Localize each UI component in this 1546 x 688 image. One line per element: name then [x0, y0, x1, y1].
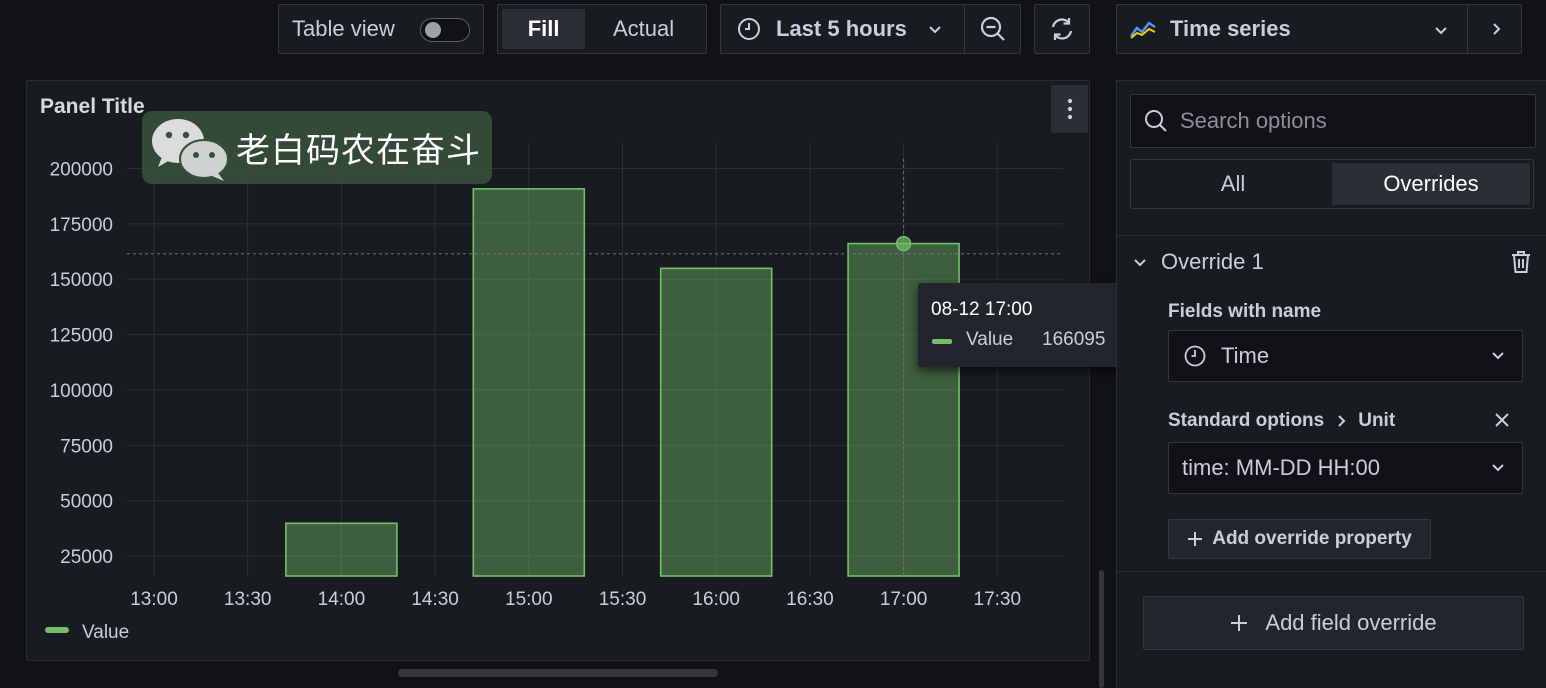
refresh-icon — [1051, 18, 1073, 40]
plus-icon — [1188, 532, 1203, 546]
chart-tooltip: 08-12 17:00 Value 166095 — [918, 283, 1125, 367]
y-tick-label: 175000 — [50, 215, 113, 236]
matcher-label: Fields with name — [1168, 301, 1322, 322]
add-override-property-button[interactable]: Add override property — [1168, 519, 1431, 559]
add-override-property-label: Add override property — [1212, 528, 1412, 549]
chevron-down-icon — [1492, 464, 1504, 472]
visualization-picker[interactable]: Time series — [1116, 4, 1522, 54]
horizontal-scrollbar[interactable] — [398, 669, 718, 677]
trash-icon[interactable] — [1509, 249, 1533, 275]
chevron-down-icon — [929, 26, 941, 34]
time-series-icon — [1130, 21, 1156, 39]
watermark-text: 老白码农在奋斗 — [236, 132, 481, 170]
x-tick-label: 14:00 — [318, 589, 366, 610]
chevron-right-icon — [1492, 23, 1500, 35]
chevron-right-icon — [1338, 415, 1346, 427]
chevron-down-icon — [1134, 259, 1146, 267]
search-options-box[interactable] — [1130, 94, 1536, 148]
bar — [659, 267, 773, 577]
hover-point — [895, 235, 912, 252]
table-view-label: Table view — [292, 16, 395, 41]
x-tick-label: 16:00 — [692, 589, 740, 610]
tooltip-value: 166095 — [1042, 329, 1106, 350]
override-title: Override 1 — [1161, 249, 1264, 274]
divider — [1117, 571, 1546, 572]
bar — [472, 188, 586, 577]
divider — [1117, 235, 1546, 236]
legend-swatch — [45, 627, 69, 633]
add-field-override-button[interactable]: Add field override — [1143, 596, 1524, 650]
fill-actual-toggle: Fill Actual — [497, 4, 707, 54]
search-icon — [1145, 110, 1167, 132]
options-pane-toggle-button[interactable] — [1467, 5, 1523, 53]
field-name-select[interactable]: Time — [1168, 330, 1523, 382]
search-options-input[interactable] — [1178, 107, 1522, 135]
y-tick-label: 100000 — [50, 381, 113, 402]
time-range-label: Last 5 hours — [776, 16, 907, 41]
refresh-button[interactable] — [1034, 4, 1090, 54]
x-tick-label: 13:00 — [130, 589, 178, 610]
unit-value: time: MM-DD HH:00 — [1182, 455, 1381, 480]
zoom-out-icon — [980, 16, 1005, 41]
y-tick-label: 150000 — [50, 270, 113, 291]
close-icon[interactable] — [1494, 412, 1510, 428]
table-view-toggle-group[interactable]: Table view — [278, 4, 484, 54]
property-breadcrumb: Standard options Unit — [1168, 410, 1395, 432]
y-tick-label: 75000 — [60, 436, 113, 457]
add-field-override-label: Add field override — [1265, 610, 1437, 635]
tooltip-time: 08-12 17:00 — [931, 299, 1033, 320]
fill-button[interactable]: Fill — [502, 9, 586, 49]
property-name: Unit — [1358, 410, 1396, 431]
chevron-down-icon — [1492, 352, 1504, 360]
override-1-header[interactable]: Override 1 — [1133, 247, 1264, 277]
table-view-switch[interactable] — [420, 18, 470, 42]
time-picker-group: Last 5 hours — [720, 4, 1021, 54]
wechat-watermark: 老白码农在奋斗 — [142, 111, 492, 184]
options-pane: All Overrides Override 1 Fields with nam… — [1116, 80, 1546, 688]
zoom-out-button[interactable] — [965, 5, 1020, 53]
clock-icon — [738, 18, 760, 40]
bar — [285, 522, 398, 577]
x-tick-label: 13:30 — [224, 589, 272, 610]
legend-label: Value — [82, 622, 129, 643]
tab-all[interactable]: All — [1134, 163, 1332, 205]
y-tick-label: 200000 — [50, 159, 113, 180]
x-tick-label: 15:00 — [505, 589, 553, 610]
field-name-value: Time — [1221, 343, 1270, 368]
tooltip-series-name: Value — [966, 329, 1014, 350]
wechat-logo-icon — [152, 118, 229, 181]
tooltip-series-swatch — [932, 339, 952, 344]
property-category: Standard options — [1168, 410, 1325, 431]
x-tick-label: 14:30 — [411, 589, 459, 610]
vertical-scrollbar[interactable] — [1099, 570, 1104, 688]
time-range-picker[interactable]: Last 5 hours — [721, 5, 966, 53]
tab-overrides[interactable]: Overrides — [1332, 163, 1530, 205]
y-tick-label: 25000 — [60, 547, 113, 568]
plus-icon — [1231, 615, 1248, 631]
actual-button[interactable]: Actual — [585, 9, 702, 49]
viz-label: Time series — [1170, 16, 1291, 41]
x-tick-label: 17:00 — [880, 589, 928, 610]
options-tabs: All Overrides — [1130, 159, 1534, 209]
y-tick-label: 50000 — [60, 492, 113, 513]
x-tick-label: 16:30 — [786, 589, 834, 610]
x-tick-label: 15:30 — [599, 589, 647, 610]
clock-icon — [1184, 345, 1206, 367]
x-tick-label: 17:30 — [974, 589, 1022, 610]
y-tick-label: 125000 — [50, 326, 113, 347]
unit-select[interactable]: time: MM-DD HH:00 — [1168, 442, 1523, 494]
chevron-down-icon — [1435, 27, 1447, 35]
